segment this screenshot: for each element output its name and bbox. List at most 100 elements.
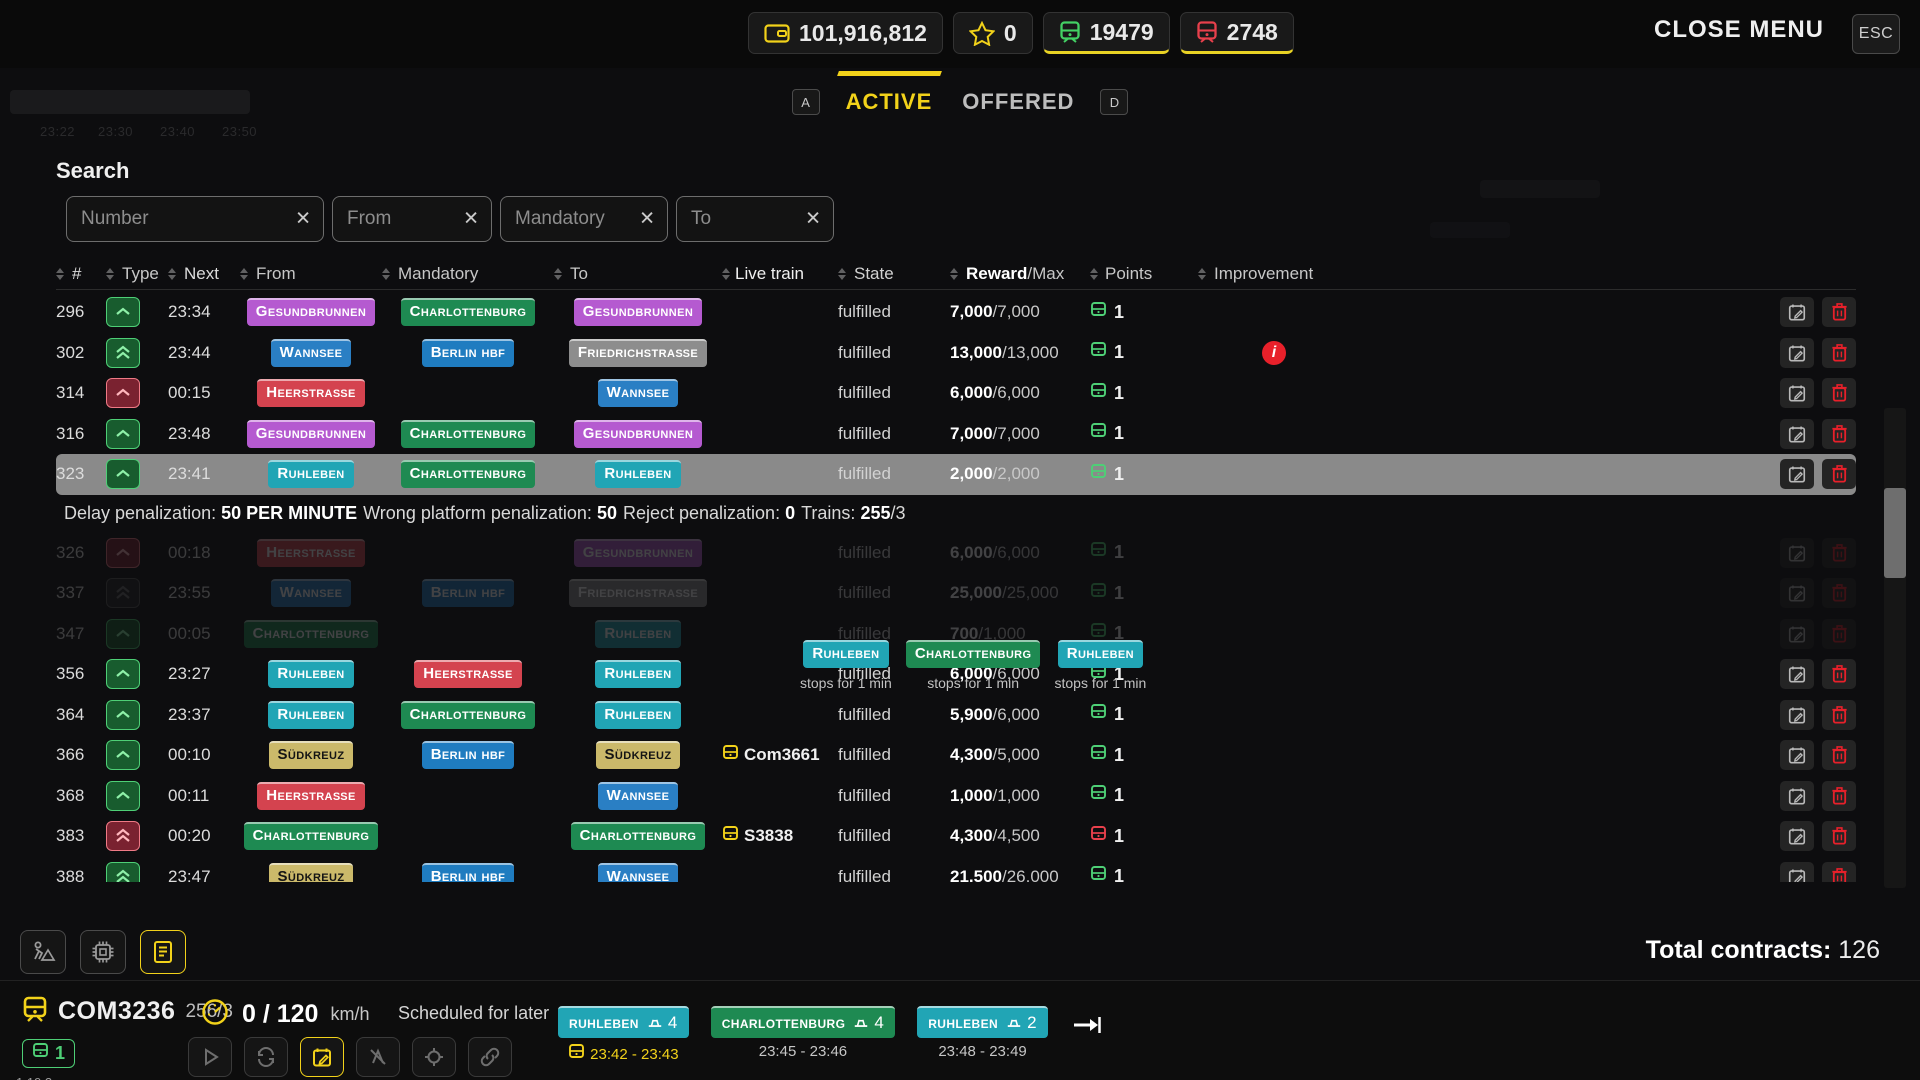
th-points[interactable]: Points <box>1090 264 1198 284</box>
edit-schedule-button[interactable] <box>1780 378 1814 409</box>
type-single-icon[interactable] <box>106 659 140 690</box>
schedule-stop[interactable]: Ruhleben 2 23:48 - 23:49 <box>917 1006 1048 1060</box>
chip-icon[interactable] <box>80 930 126 974</box>
clear-icon[interactable]: ✕ <box>805 208 821 231</box>
calendar-edit-icon[interactable] <box>300 1037 344 1077</box>
delete-contract-button[interactable] <box>1822 578 1856 609</box>
table-row[interactable]: 337 23:55 Wannsee Berlin HBF Friedrichstraße… <box>56 573 1856 614</box>
clear-icon[interactable]: ✕ <box>295 208 311 231</box>
table-row[interactable]: 388 23:47 Südkreuz Berlin HBF Wannsee fulfill… <box>56 857 1856 882</box>
delete-contract-button[interactable] <box>1822 537 1856 568</box>
table-row[interactable]: 366 00:10 Südkreuz Berlin HBF Südkreuz Com366… <box>56 735 1856 776</box>
type-single-icon[interactable] <box>106 699 140 730</box>
table-row[interactable]: 364 23:37 Ruhleben Charlottenburg Ruhleben fu… <box>56 695 1856 736</box>
edit-schedule-button[interactable] <box>1780 780 1814 811</box>
info-icon[interactable]: i <box>1262 340 1286 365</box>
type-single-icon[interactable] <box>106 740 140 771</box>
edit-schedule-button[interactable] <box>1780 537 1814 568</box>
edit-schedule-button[interactable] <box>1780 740 1814 771</box>
key-offered[interactable]: D <box>1100 89 1129 115</box>
delete-contract-button[interactable] <box>1822 699 1856 730</box>
schedule-stop[interactable]: Charlottenburg 4 23:45 - 23:46 <box>710 1006 896 1060</box>
sort-icon[interactable] <box>56 267 64 280</box>
th-reward[interactable]: Reward/Max <box>950 264 1090 284</box>
esc-key[interactable]: ESC <box>1852 14 1900 54</box>
type-double-icon[interactable] <box>106 861 140 882</box>
edit-schedule-button[interactable] <box>1780 297 1814 328</box>
edit-schedule-button[interactable] <box>1780 659 1814 690</box>
book-icon[interactable] <box>140 930 186 974</box>
th-state[interactable]: State <box>838 264 950 284</box>
table-row[interactable]: 314 00:15 Heerstraße Wannsee fulfilled 6,000/… <box>56 373 1856 414</box>
trains-bad-stat[interactable]: 2748 <box>1179 12 1294 54</box>
schedule-stop[interactable]: Ruhleben 4 23:42 - 23:43 <box>558 1006 689 1065</box>
delete-contract-button[interactable] <box>1822 459 1856 490</box>
clear-icon[interactable]: ✕ <box>463 208 479 231</box>
sort-icon[interactable] <box>382 267 390 280</box>
play-icon[interactable] <box>188 1037 232 1077</box>
search-field-number[interactable]: Number ✕ <box>66 196 324 242</box>
table-row[interactable]: 316 23:48 Gesundbrunnen Charlottenburg Gesun… <box>56 414 1856 455</box>
th-from[interactable]: From <box>240 264 382 284</box>
loop-icon[interactable] <box>244 1037 288 1077</box>
type-single-icon[interactable] <box>106 378 140 409</box>
table-row[interactable]: 368 00:11 Heerstraße Wannsee fulfilled 1,000/… <box>56 776 1856 817</box>
money-stat[interactable]: 101,916,812 <box>748 12 943 54</box>
trains-ok-stat[interactable]: 19479 <box>1042 12 1170 54</box>
delete-contract-button[interactable] <box>1822 740 1856 771</box>
delete-contract-button[interactable] <box>1822 297 1856 328</box>
target-icon[interactable] <box>412 1037 456 1077</box>
search-field-mandatory[interactable]: Mandatory ✕ <box>500 196 668 242</box>
tab-active[interactable]: ACTIVE <box>842 83 937 121</box>
type-single-icon[interactable] <box>106 780 140 811</box>
link-icon[interactable] <box>468 1037 512 1077</box>
edit-schedule-button[interactable] <box>1780 578 1814 609</box>
sort-icon[interactable] <box>240 267 248 280</box>
close-menu-label[interactable]: CLOSE MENU <box>1654 16 1824 44</box>
scroll-track[interactable] <box>1884 408 1906 888</box>
delete-contract-button[interactable] <box>1822 659 1856 690</box>
th-to[interactable]: To <box>554 264 722 284</box>
delete-contract-button[interactable] <box>1822 861 1856 882</box>
sort-icon[interactable] <box>554 267 562 280</box>
delete-contract-button[interactable] <box>1822 418 1856 449</box>
table-row[interactable]: 302 23:44 Wannsee Berlin HBF Friedrichstraße… <box>56 333 1856 374</box>
th-type[interactable]: Type <box>106 264 168 284</box>
type-double-icon[interactable] <box>106 821 140 852</box>
edit-schedule-button[interactable] <box>1780 821 1814 852</box>
sort-icon[interactable] <box>950 267 958 280</box>
construction-icon[interactable] <box>20 930 66 974</box>
edit-schedule-button[interactable] <box>1780 618 1814 649</box>
edit-schedule-button[interactable] <box>1780 861 1814 882</box>
th-number[interactable]: # <box>56 264 106 284</box>
th-live-train[interactable]: Live train <box>722 264 838 284</box>
table-row[interactable]: 323 23:41 Ruhleben Charlottenburg Ruhleben fu… <box>56 454 1856 495</box>
sort-icon[interactable] <box>168 267 176 280</box>
edit-schedule-button[interactable] <box>1780 418 1814 449</box>
key-active[interactable]: A <box>791 89 820 115</box>
th-improvement[interactable]: Improvement <box>1198 264 1678 284</box>
scroll-thumb[interactable] <box>1884 488 1906 578</box>
sort-icon[interactable] <box>1198 267 1206 280</box>
sort-icon[interactable] <box>106 267 114 280</box>
type-single-icon[interactable] <box>106 418 140 449</box>
type-single-icon[interactable] <box>106 459 140 490</box>
delete-contract-button[interactable] <box>1822 780 1856 811</box>
clear-icon[interactable]: ✕ <box>639 208 655 231</box>
delete-contract-button[interactable] <box>1822 337 1856 368</box>
table-row[interactable]: 383 00:20 Charlottenburg Charlottenburg S383… <box>56 816 1856 857</box>
delete-contract-button[interactable] <box>1822 378 1856 409</box>
edit-schedule-button[interactable] <box>1780 337 1814 368</box>
th-mandatory[interactable]: Mandatory <box>382 264 554 284</box>
type-double-icon[interactable] <box>106 578 140 609</box>
schedule-end-icon[interactable] <box>1070 1012 1102 1043</box>
search-field-from[interactable]: From ✕ <box>332 196 492 242</box>
sort-icon[interactable] <box>838 267 846 280</box>
delete-contract-button[interactable] <box>1822 618 1856 649</box>
edit-schedule-button[interactable] <box>1780 459 1814 490</box>
no-signal-icon[interactable] <box>356 1037 400 1077</box>
search-field-to[interactable]: To ✕ <box>676 196 834 242</box>
type-double-icon[interactable] <box>106 337 140 368</box>
sort-icon[interactable] <box>1090 267 1098 280</box>
table-row[interactable]: 326 00:18 Heerstraße Gesundbrunnen fulfilled… <box>56 533 1856 574</box>
